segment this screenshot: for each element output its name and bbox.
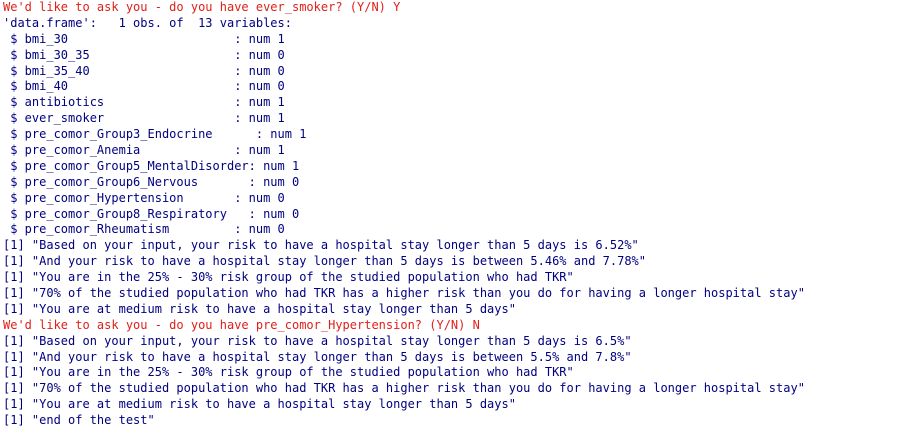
console-output-line: $ pre_comor_Anemia : num 1 xyxy=(3,143,285,158)
console-output-line: $ antibiotics : num 1 xyxy=(3,95,285,110)
console-output-line: 'data.frame': 1 obs. of 13 variables: xyxy=(3,15,292,30)
console-output-line: [1] "And your risk to have a hospital st… xyxy=(3,349,632,364)
console-output-line: $ ever_smoker : num 1 xyxy=(3,111,285,126)
console-output-line: $ pre_comor_Hypertension : num 0 xyxy=(3,190,285,205)
console-output-line: $ pre_comor_Group6_Nervous : num 0 xyxy=(3,174,300,189)
console-output-line: [1] "70% of the studied population who h… xyxy=(3,381,805,396)
console-output-line: [1] "Based on your input, your risk to h… xyxy=(3,238,639,253)
console-output-line: [1] "You are at medium risk to have a ho… xyxy=(3,301,516,316)
console-output-line: $ pre_comor_Group3_Endocrine : num 1 xyxy=(3,127,307,142)
console-output-line: [1] "end of the test" xyxy=(3,413,155,428)
console-output-line: $ bmi_40 : num 0 xyxy=(3,79,285,94)
console-output-line: $ pre_comor_Group8_Respiratory : num 0 xyxy=(3,206,300,221)
console-output-line: $ bmi_35_40 : num 0 xyxy=(3,63,285,78)
console-output-line: $ pre_comor_Rheumatism : num 0 xyxy=(3,222,285,237)
console-output-line: [1] "You are at medium risk to have a ho… xyxy=(3,397,516,412)
console-prompt-line: We'd like to ask you - do you have pre_c… xyxy=(3,317,480,332)
console-output-line: $ pre_comor_Group5_MentalDisorder: num 1 xyxy=(3,158,300,173)
r-console-output[interactable]: We'd like to ask you - do you have ever_… xyxy=(0,0,904,431)
console-output-line: [1] "You are in the 25% - 30% risk group… xyxy=(3,270,574,285)
console-output-line: [1] "You are in the 25% - 30% risk group… xyxy=(3,365,574,380)
console-output-line: $ bmi_30_35 : num 0 xyxy=(3,47,285,62)
console-output-line: [1] "And your risk to have a hospital st… xyxy=(3,254,646,269)
console-output-line: [1] "Based on your input, your risk to h… xyxy=(3,333,632,348)
console-prompt-line: We'd like to ask you - do you have ever_… xyxy=(3,0,401,14)
console-output-line: $ bmi_30 : num 1 xyxy=(3,31,285,46)
console-output-line: [1] "70% of the studied population who h… xyxy=(3,286,805,301)
